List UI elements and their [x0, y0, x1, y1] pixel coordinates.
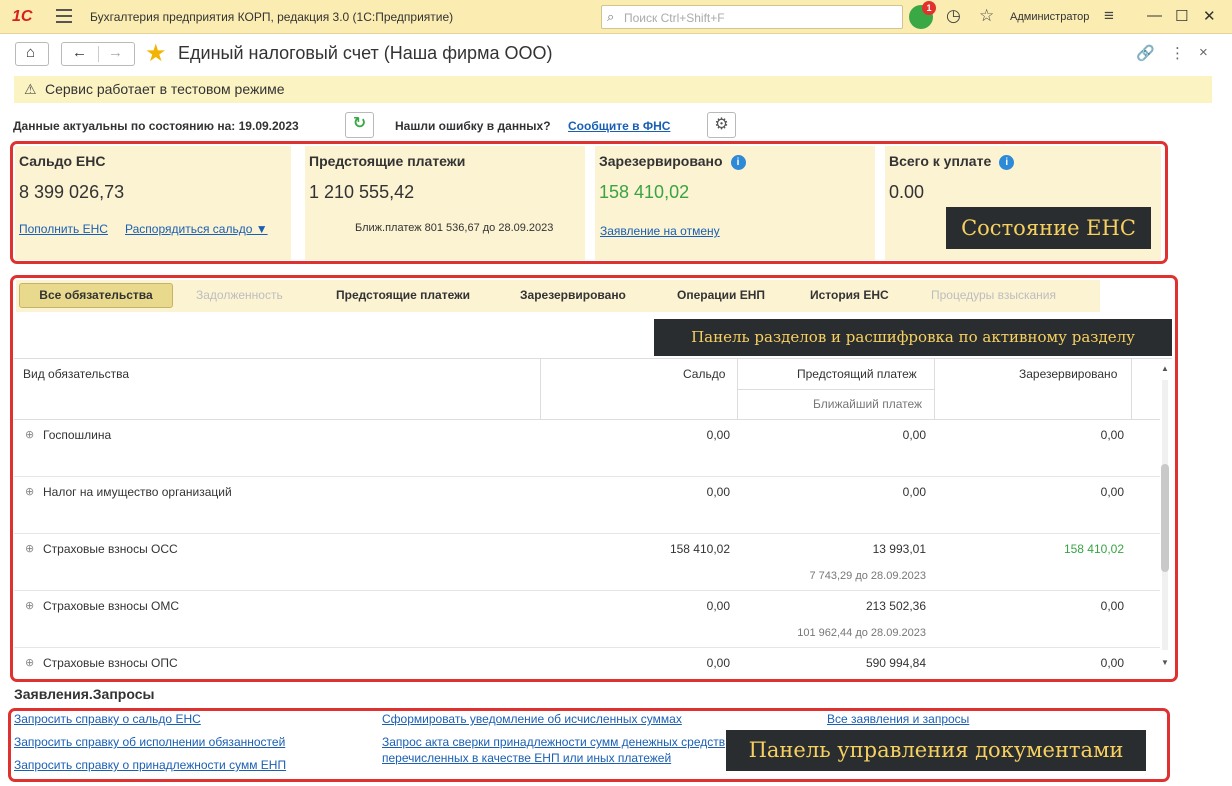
close-form-icon[interactable]: × — [1199, 44, 1208, 61]
docs-section-title: Заявления.Запросы — [14, 686, 155, 702]
gear-icon: ⚙ — [714, 116, 729, 133]
back-arrow-icon[interactable]: ← — [72, 44, 87, 61]
report-to-fns-link[interactable]: Сообщите в ФНС — [568, 119, 670, 133]
search-icon: ⌕ — [607, 9, 615, 24]
overlay-docs-panel: Панель управления документами — [726, 730, 1146, 771]
refresh-icon: ↻ — [352, 115, 367, 132]
data-actuality-label: Данные актуальны по состоянию на: 19.09.… — [13, 119, 299, 133]
notifications-button[interactable]: 1 — [909, 1, 936, 29]
refresh-button[interactable]: ↻ — [345, 112, 374, 138]
notification-badge: 1 — [922, 1, 936, 15]
page-title: Единый налоговый счет (Наша фирма ООО) — [178, 43, 553, 63]
menu-icon[interactable] — [56, 9, 72, 23]
warning-icon: ⚠ — [24, 81, 37, 97]
settings-menu-icon[interactable]: ≡ — [1104, 6, 1114, 26]
settings-button[interactable]: ⚙ — [707, 112, 736, 138]
history-icon[interactable]: ◷ — [946, 6, 961, 26]
link-icon[interactable]: 🔗 — [1136, 44, 1155, 62]
favorites-star-icon[interactable]: ☆ — [979, 6, 994, 26]
window-titlebar: 1C Бухгалтерия предприятия КОРП, редакци… — [0, 0, 1232, 34]
test-mode-banner: ⚠ Сервис работает в тестовом режиме — [14, 76, 1212, 103]
more-icon[interactable]: ⋮ — [1170, 44, 1185, 62]
banner-text: Сервис работает в тестовом режиме — [45, 81, 285, 97]
app-title: Бухгалтерия предприятия КОРП, редакция 3… — [90, 10, 454, 24]
app-logo: 1C — [12, 8, 33, 25]
search-placeholder: Поиск Ctrl+Shift+F — [624, 11, 725, 25]
minimize-icon[interactable]: — — [1147, 7, 1162, 24]
search-input[interactable]: ⌕ Поиск Ctrl+Shift+F — [601, 5, 903, 29]
overlay-sections-panel: Панель разделов и расшифровка по активно… — [654, 319, 1172, 356]
overlay-ens-state: Состояние ЕНС — [946, 207, 1151, 249]
close-window-icon[interactable]: ✕ — [1203, 7, 1216, 25]
home-icon: ⌂ — [26, 44, 36, 61]
user-name[interactable]: Администратор — [1010, 11, 1089, 23]
maximize-icon[interactable]: ☐ — [1175, 7, 1188, 25]
favorite-star-icon[interactable]: ★ — [145, 39, 167, 68]
error-question-label: Нашли ошибку в данных? — [395, 119, 551, 133]
home-button[interactable]: ⌂ — [15, 42, 49, 66]
nav-buttons: ← → — [61, 42, 135, 66]
forward-arrow-icon[interactable]: → — [108, 44, 123, 61]
